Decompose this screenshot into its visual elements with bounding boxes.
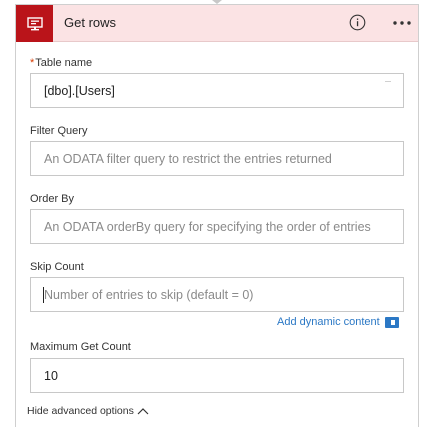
filter-query-label: Filter Query <box>30 125 88 137</box>
canvas: Get rows *Table name [dbo].[Users] Filte… <box>0 0 423 427</box>
order-by-placeholder: An ODATA orderBy query for specifying th… <box>44 220 371 234</box>
monitor-icon <box>26 16 43 30</box>
skip-count-placeholder: Number of entries to skip (default = 0) <box>44 288 254 302</box>
table-name-label: *Table name <box>30 57 92 69</box>
table-name-dropdown[interactable]: [dbo].[Users] <box>30 73 404 108</box>
chevron-up-icon <box>137 408 149 415</box>
table-name-value: [dbo].[Users] <box>44 84 115 98</box>
action-title: Get rows <box>64 15 117 30</box>
filter-query-input[interactable]: An ODATA filter query to restrict the en… <box>30 141 404 176</box>
add-dynamic-content-link[interactable]: Add dynamic content <box>277 316 380 328</box>
hide-advanced-options-toggle[interactable]: Hide advanced options <box>27 405 149 417</box>
filter-query-placeholder: An ODATA filter query to restrict the en… <box>44 152 332 166</box>
get-rows-action-card: Get rows *Table name [dbo].[Users] Filte… <box>15 4 419 427</box>
order-by-input[interactable]: An ODATA orderBy query for specifying th… <box>30 209 404 244</box>
table-name-label-text: Table name <box>35 57 93 69</box>
dynamic-content-icon[interactable] <box>385 317 399 328</box>
action-header[interactable]: Get rows <box>16 5 418 42</box>
order-by-label: Order By <box>30 193 75 205</box>
dropdown-indicator-icon <box>385 81 391 82</box>
maximum-get-count-value: 10 <box>44 369 58 383</box>
hide-advanced-options-label: Hide advanced options <box>27 405 134 417</box>
maximum-get-count-input[interactable]: 10 <box>30 358 404 393</box>
skip-count-input[interactable]: Number of entries to skip (default = 0) <box>30 277 404 312</box>
sql-server-icon <box>16 5 53 42</box>
required-marker: * <box>30 57 35 69</box>
info-icon[interactable] <box>349 14 366 31</box>
more-options-icon[interactable] <box>392 15 412 31</box>
skip-count-label: Skip Count <box>30 261 84 273</box>
maximum-get-count-label: Maximum Get Count <box>30 341 131 353</box>
